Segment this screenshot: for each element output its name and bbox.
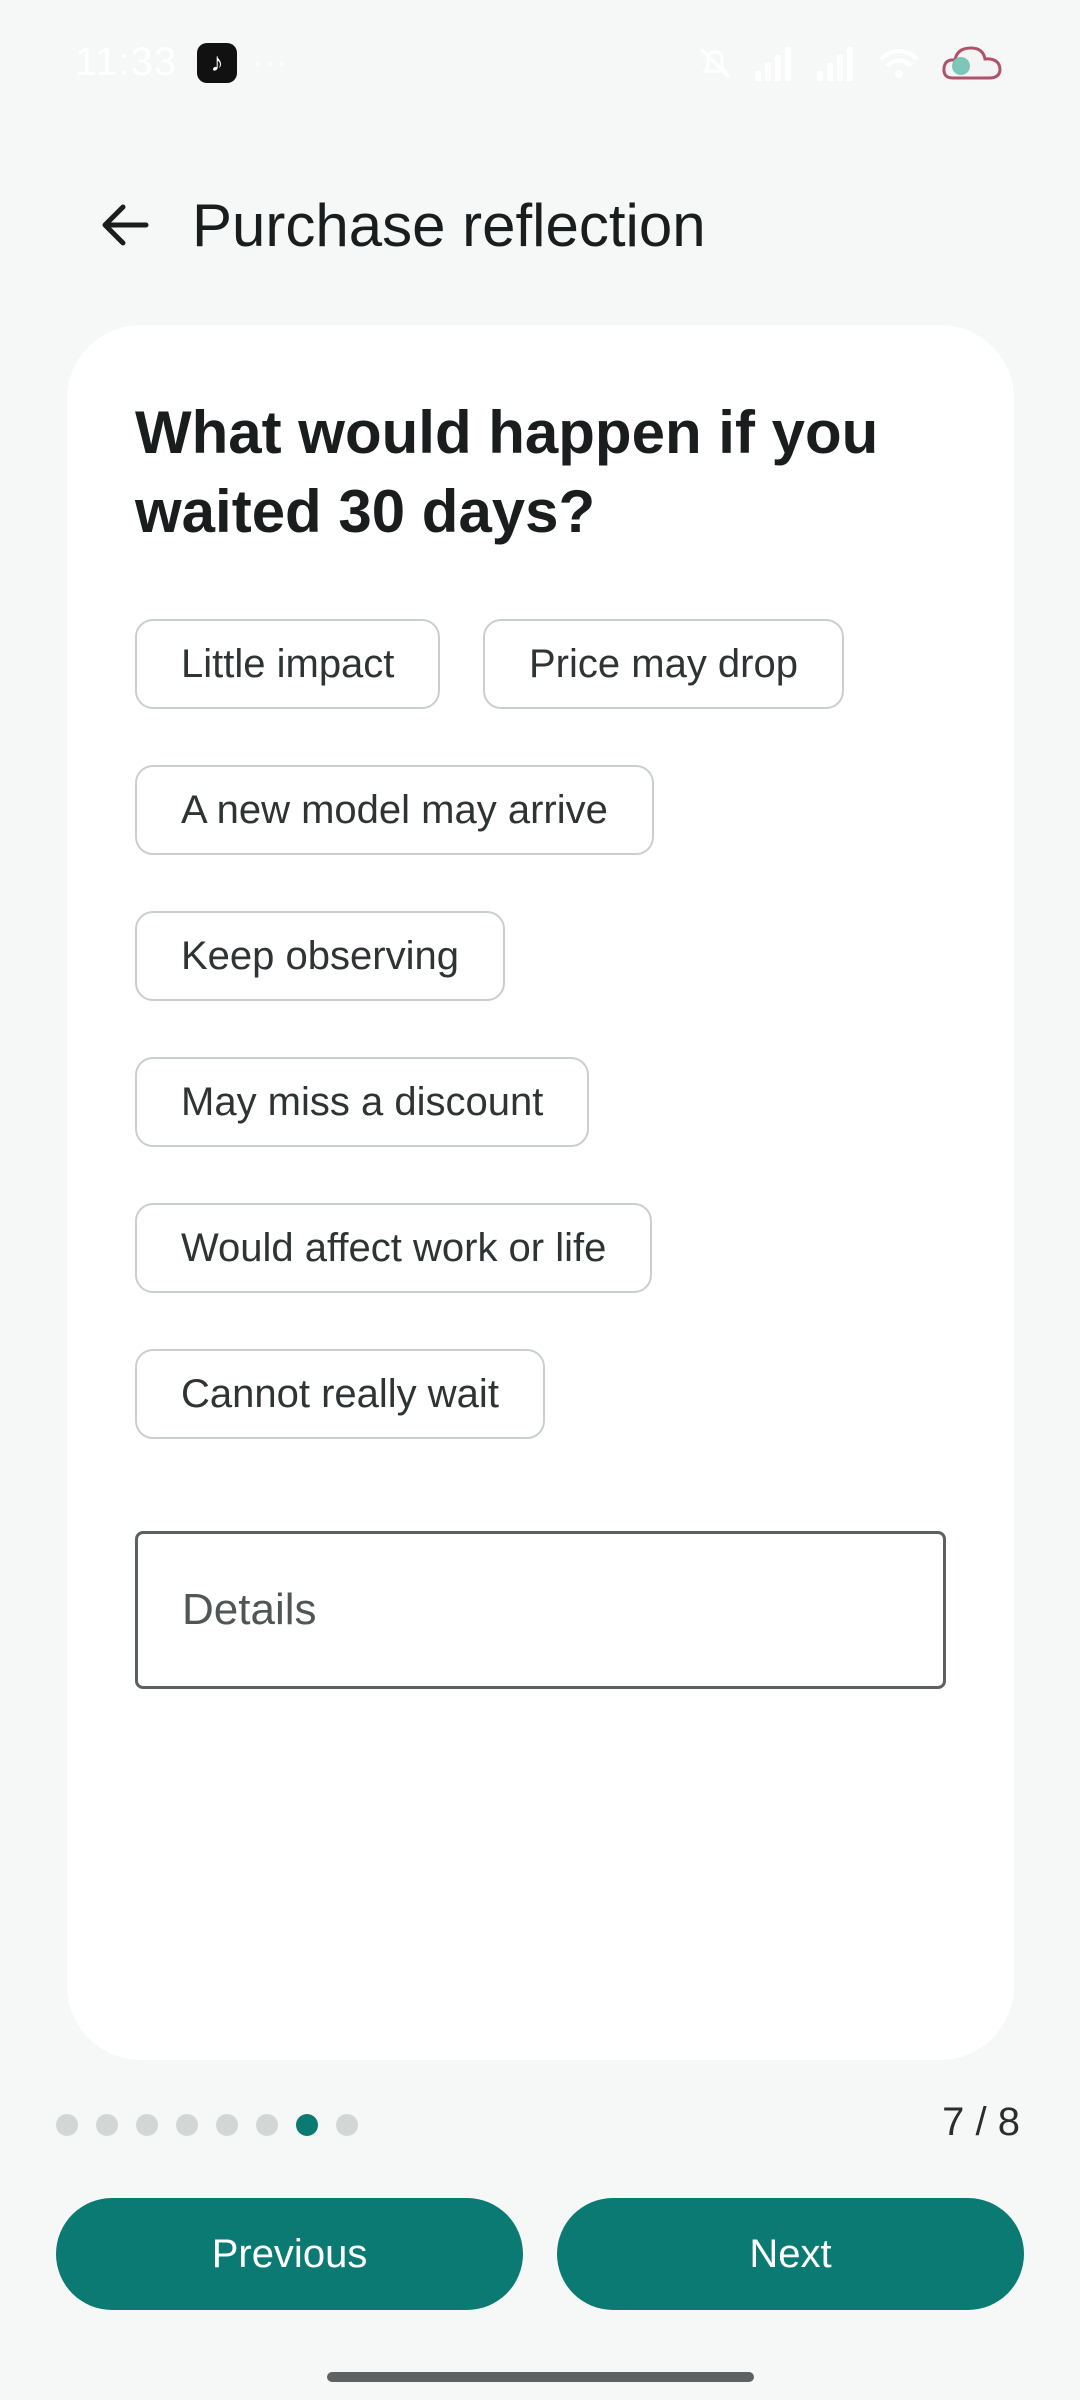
back-button[interactable]: [80, 180, 170, 270]
step-dot-4: [176, 2114, 198, 2136]
question-card: What would happen if you waited 30 days?…: [67, 325, 1014, 2060]
home-indicator[interactable]: [327, 2372, 754, 2382]
previous-button[interactable]: Previous: [56, 2198, 523, 2310]
status-bar: 11:33 ♪ ···: [0, 0, 1080, 125]
status-icons: [695, 40, 1005, 86]
weather-icon: [942, 45, 1002, 79]
option-new-model-may-arrive[interactable]: A new model may arrive: [135, 765, 654, 855]
option-keep-observing[interactable]: Keep observing: [135, 911, 505, 1001]
details-input[interactable]: Details: [135, 1531, 946, 1689]
status-time: 11:33: [75, 40, 178, 84]
page-title: Purchase reflection: [192, 191, 706, 259]
notification-off-icon: [699, 47, 731, 78]
progress-indicator: 7 / 8: [0, 2100, 1080, 2150]
wifi-icon: [879, 48, 919, 78]
option-price-may-drop[interactable]: Price may drop: [483, 619, 844, 709]
arrow-left-icon: [102, 204, 149, 246]
more-notifications-icon: ···: [253, 45, 290, 79]
next-button[interactable]: Next: [557, 2198, 1024, 2310]
question-text: What would happen if you waited 30 days?: [135, 399, 879, 545]
signal-icon: [817, 46, 853, 81]
option-affect-work-or-life[interactable]: Would affect work or life: [135, 1203, 653, 1293]
option-may-miss-discount[interactable]: May miss a discount: [135, 1057, 590, 1147]
step-dot-3: [136, 2114, 158, 2136]
step-counter: 7 / 8: [942, 2100, 1020, 2144]
step-dot-5: [216, 2114, 238, 2136]
step-dot-1: [56, 2114, 78, 2136]
app-bar: Purchase reflection: [0, 170, 1080, 280]
step-dot-7: [296, 2114, 318, 2136]
step-dot-8: [336, 2114, 358, 2136]
step-dot-2: [96, 2114, 118, 2136]
option-cannot-really-wait[interactable]: Cannot really wait: [135, 1349, 545, 1439]
tiktok-icon: ♪: [197, 42, 238, 83]
step-dot-6: [256, 2114, 278, 2136]
option-little-impact[interactable]: Little impact: [135, 619, 441, 709]
signal-icon: [755, 46, 791, 81]
